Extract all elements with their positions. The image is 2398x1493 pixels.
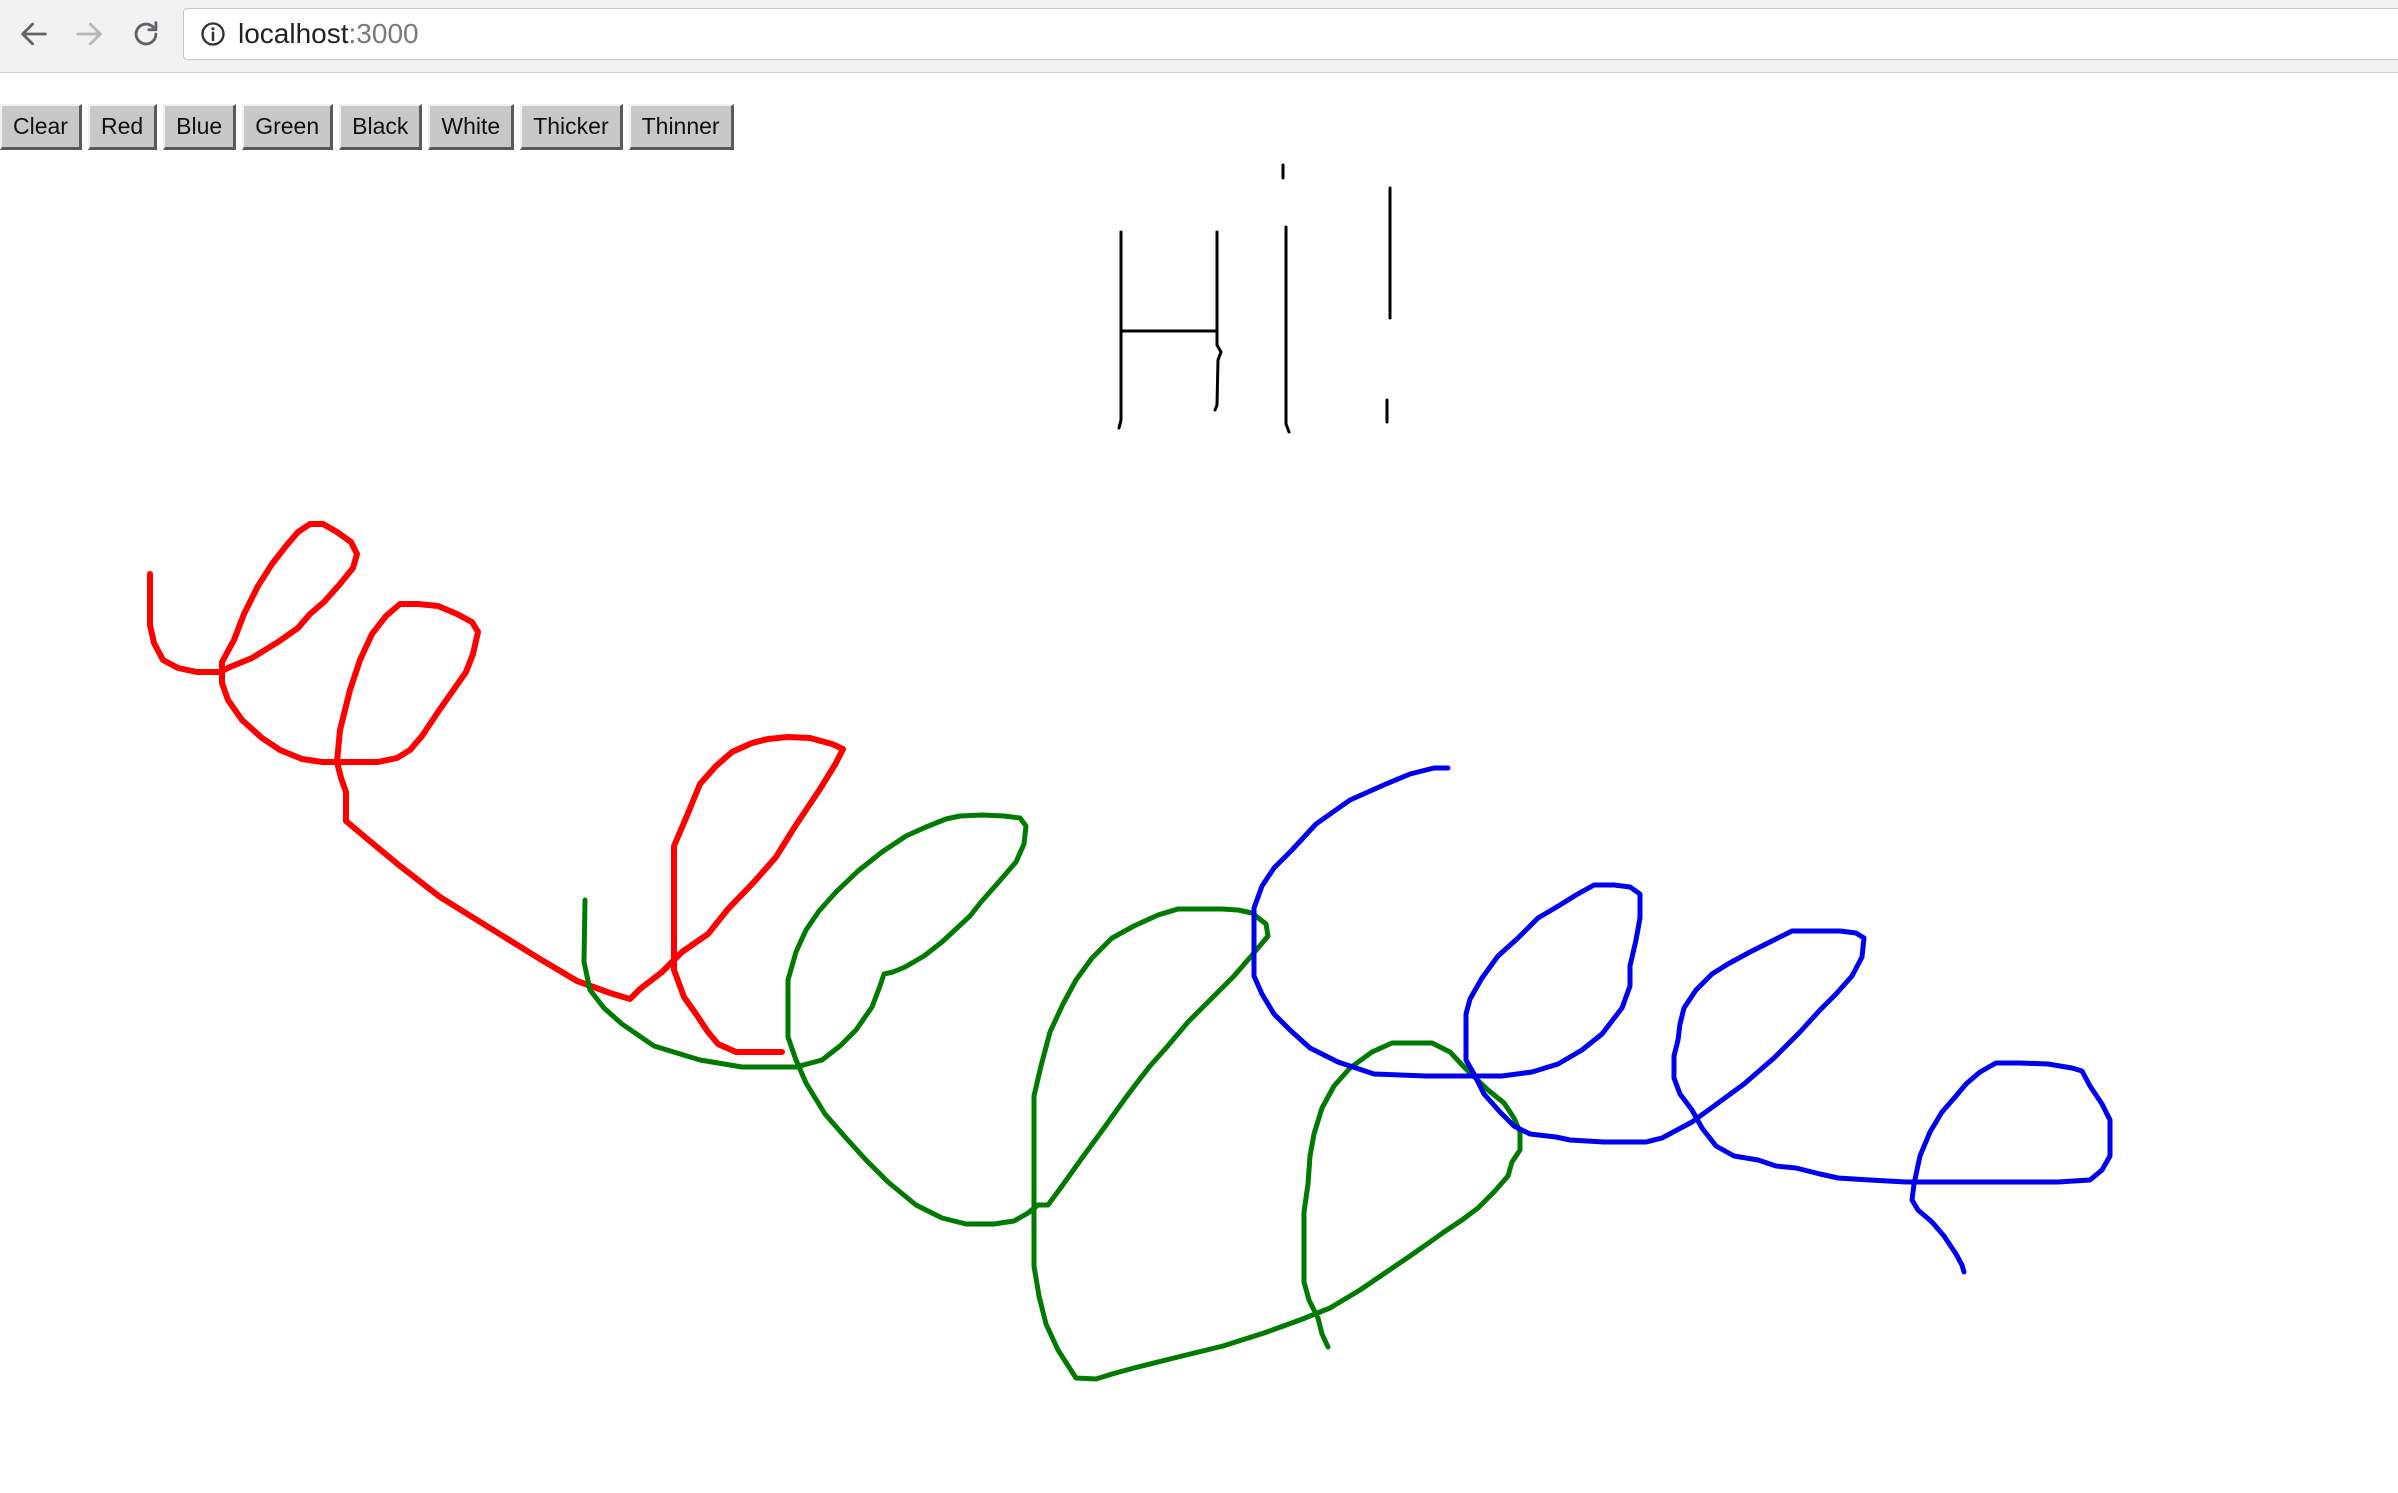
green-button[interactable]: Green (242, 104, 334, 150)
url-host: localhost (238, 18, 349, 49)
green-strokes (581, 812, 1523, 1382)
thinner-button[interactable]: Thinner (628, 104, 734, 150)
white-button[interactable]: White (428, 104, 515, 150)
browser-toolbar: localhost:3000 (0, 0, 2398, 73)
thicker-button[interactable]: Thicker (520, 104, 623, 150)
blue-button[interactable]: Blue (163, 104, 237, 150)
blue-strokes (1251, 765, 2113, 1275)
black-strokes (1117, 163, 1392, 434)
forward-arrow-icon[interactable] (67, 12, 111, 56)
address-bar[interactable]: localhost:3000 (183, 8, 2398, 60)
reload-icon[interactable] (124, 12, 168, 56)
info-icon[interactable] (198, 19, 228, 49)
red-strokes (147, 521, 846, 1055)
red-button[interactable]: Red (87, 104, 158, 150)
url-port: :3000 (348, 18, 419, 49)
drawing-canvas[interactable] (0, 73, 2398, 1493)
clear-button[interactable]: Clear (0, 104, 82, 150)
paint-toolbar: Clear Red Blue Green Black White Thicker… (0, 104, 740, 150)
url-text: localhost:3000 (238, 20, 419, 48)
back-arrow-icon[interactable] (12, 12, 56, 56)
black-button[interactable]: Black (339, 104, 423, 150)
